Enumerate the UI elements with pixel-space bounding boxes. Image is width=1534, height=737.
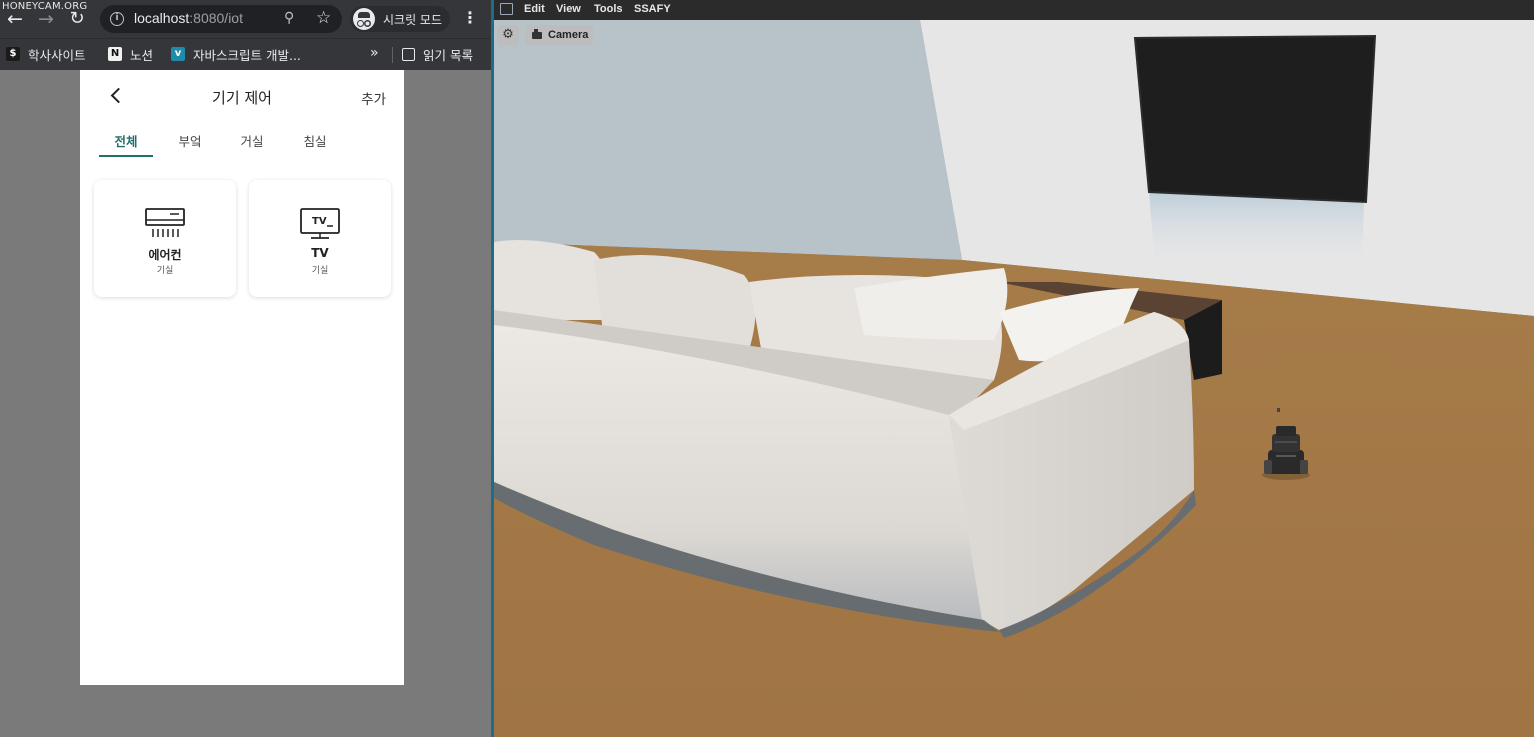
menu-ssafy[interactable]: SSAFY (634, 3, 671, 15)
device-name: 에어컨 (148, 248, 182, 262)
incognito-indicator[interactable]: 시크릿 모드 (350, 6, 450, 32)
page-title: 기기 제어 (212, 89, 272, 107)
left-wall (494, 20, 962, 260)
menu-edit[interactable]: Edit (524, 3, 545, 15)
bookmark-item[interactable]: $ 학사사이트 (6, 43, 86, 65)
tab-kitchen[interactable]: 부엌 (163, 131, 217, 157)
reading-list-label: 읽기 목록 (423, 47, 473, 63)
bookmark-label: 노션 (130, 47, 154, 63)
wall-tv[interactable] (1133, 34, 1377, 204)
more-bookmarks-chevron-icon[interactable]: » (370, 45, 379, 61)
tab-all[interactable]: 전체 (99, 131, 153, 157)
add-device-button[interactable]: 추가 (361, 88, 386, 108)
simulator-window: Edit View Tools SSAFY ⚙ Camera (494, 0, 1534, 737)
camera-icon (532, 28, 542, 39)
url-path: :8080/iot (189, 10, 243, 26)
bookmark-item[interactable]: v 자바스크립트 개발... (171, 43, 301, 65)
bookmark-label: 자바스크립트 개발... (193, 47, 301, 63)
camera-label: Camera (548, 29, 589, 41)
air-conditioner-icon (145, 208, 185, 237)
zoom-icon[interactable]: ⚲ (284, 10, 294, 26)
tab-bedroom[interactable]: 침실 (288, 131, 342, 157)
3d-viewport[interactable] (494, 20, 1534, 737)
device-room: 기실 (311, 266, 329, 276)
reading-list-icon (402, 47, 415, 61)
menu-tools[interactable]: Tools (594, 3, 623, 15)
bookmark-favicon: $ (6, 47, 20, 61)
simulator-menubar: Edit View Tools SSAFY (494, 0, 1534, 20)
incognito-label: 시크릿 모드 (383, 13, 443, 27)
watermark: HONEYCAM.ORG (2, 1, 88, 12)
tab-living-room[interactable]: 거실 (225, 131, 279, 157)
menu-view[interactable]: View (556, 3, 581, 15)
notion-icon: N (108, 47, 122, 61)
browser-menu-icon[interactable]: ⋮ (462, 8, 478, 27)
bookmarks-separator (392, 47, 393, 63)
bookmark-star-icon[interactable]: ☆ (316, 8, 331, 28)
simulator-app-icon (500, 3, 513, 15)
iot-app-page: 기기 제어 추가 전체 부엌 거실 침실 에어컨 기실 TV TV 기실 (80, 70, 404, 685)
svg-text:TV: TV (312, 216, 327, 227)
device-card-tv[interactable]: TV TV 기실 (249, 180, 391, 297)
bookmark-favicon: v (171, 47, 185, 61)
address-bar[interactable]: i localhost:8080/iot ⚲ ☆ (100, 5, 342, 33)
bookmark-label: 학사사이트 (28, 47, 86, 63)
info-icon[interactable]: i (110, 12, 124, 26)
device-name: TV (311, 246, 329, 260)
bookmark-item[interactable]: N 노션 (108, 43, 153, 65)
url-text[interactable]: localhost:8080/iot (134, 10, 243, 26)
incognito-icon (353, 8, 375, 30)
tv-icon: TV (300, 208, 340, 239)
room-tabs: 전체 부엌 거실 침실 (80, 126, 404, 158)
reading-list[interactable]: 읽기 목록 (402, 43, 473, 65)
browser-window: HONEYCAM.ORG ← → ↻ i localhost:8080/iot … (0, 0, 492, 737)
url-host: localhost (134, 10, 190, 26)
settings-gear-icon[interactable]: ⚙ (497, 25, 519, 45)
device-card-air-conditioner[interactable]: 에어컨 기실 (94, 180, 236, 297)
bookmarks-bar: $ 학사사이트 N 노션 v 자바스크립트 개발... » 읽기 목록 (0, 38, 492, 70)
camera-button[interactable]: Camera (525, 25, 593, 45)
device-room: 기실 (156, 266, 174, 276)
sofa-back-cushion (494, 239, 608, 320)
app-header: 기기 제어 추가 (80, 70, 404, 126)
